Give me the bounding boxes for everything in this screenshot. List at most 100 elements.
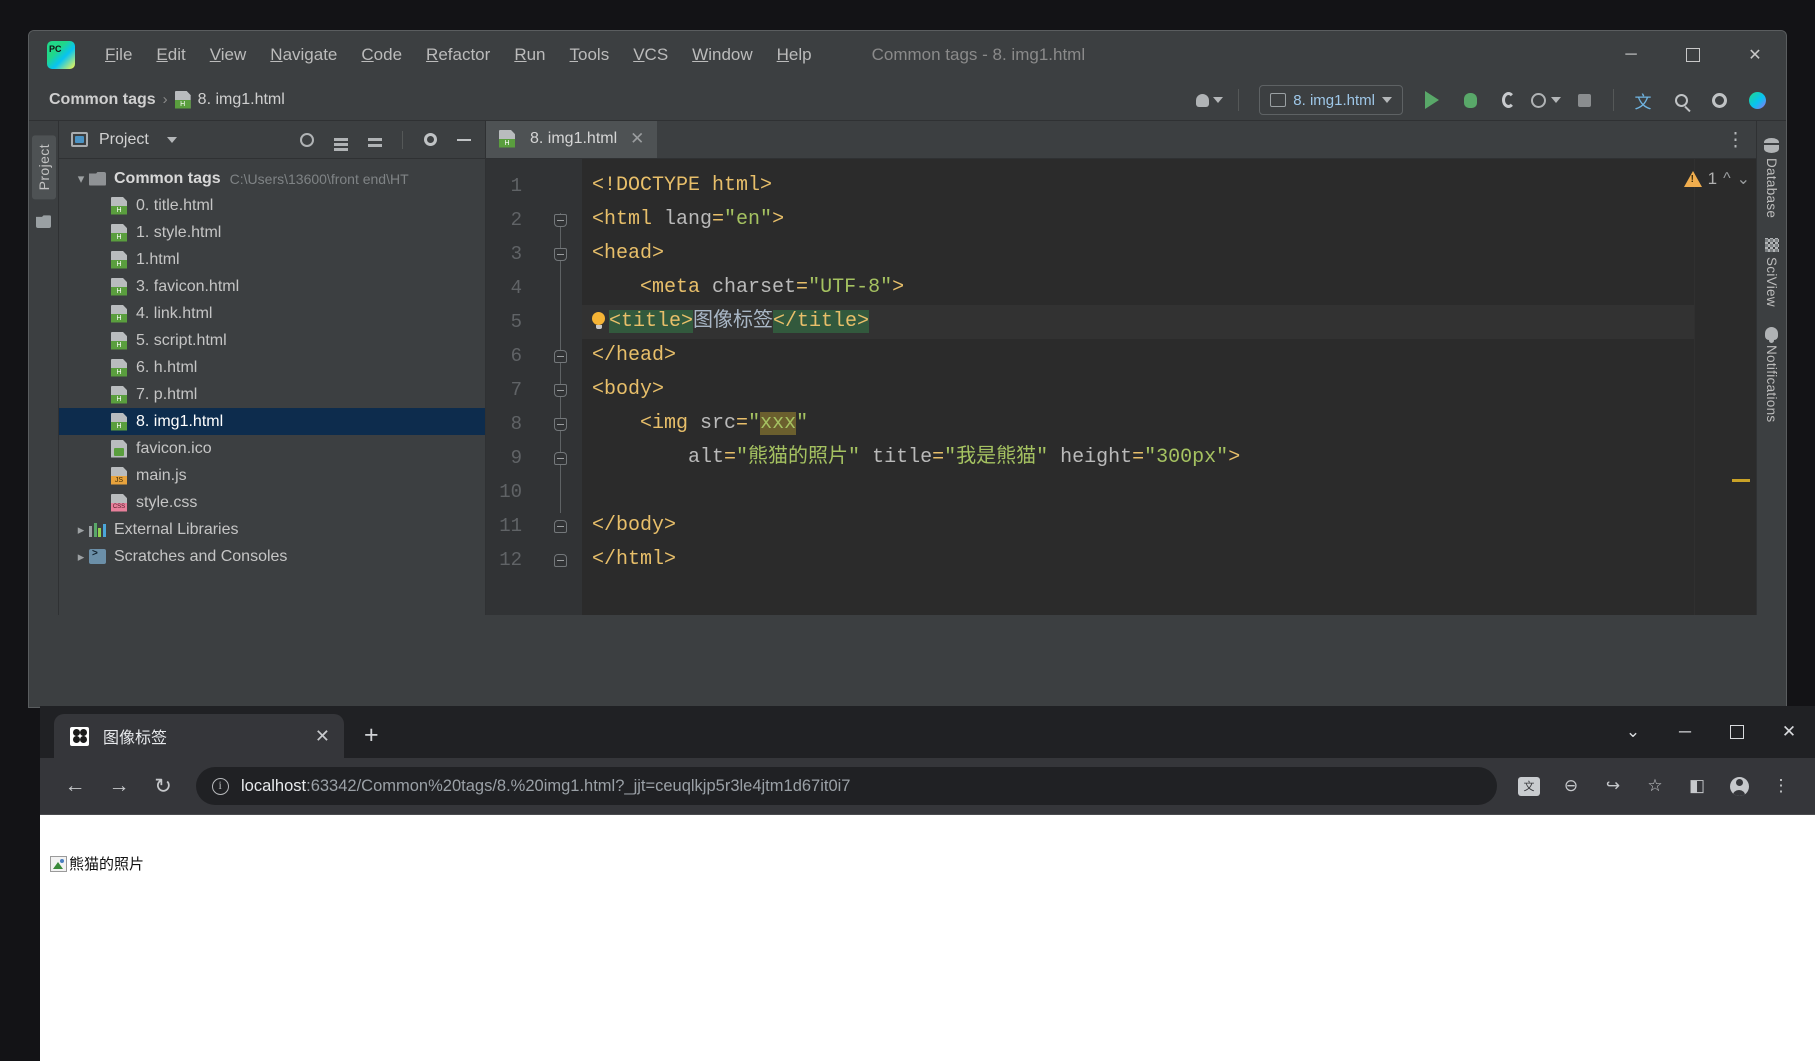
collapse-all-icon[interactable] — [360, 125, 390, 155]
tree-project-path: C:\Users\13600\front end\HT — [230, 171, 409, 187]
code-line-2[interactable]: <html lang="en"> — [582, 203, 1756, 237]
tree-node-8-img1-html[interactable]: 8. img1.html — [59, 408, 485, 435]
tree-node-style-css[interactable]: style.css — [59, 489, 485, 516]
browser-menu-icon[interactable]: ⋮ — [1763, 768, 1799, 804]
side-panel-icon[interactable]: ◧ — [1679, 768, 1715, 804]
debug-button[interactable] — [1453, 84, 1487, 116]
menu-navigate[interactable]: Navigate — [258, 41, 349, 69]
code-line-7[interactable]: <body> — [582, 373, 1756, 407]
hide-panel-icon[interactable] — [449, 125, 479, 155]
warning-marker[interactable] — [1732, 479, 1750, 482]
tree-node-6-h-html[interactable]: 6. h.html — [59, 354, 485, 381]
code-content[interactable]: <!DOCTYPE html> <html lang="en"> <head> … — [582, 159, 1756, 615]
tree-node-favicon-ico[interactable]: favicon.ico — [59, 435, 485, 462]
menu-file[interactable]: File — [93, 41, 144, 69]
project-settings-gear-icon[interactable] — [415, 125, 445, 155]
minimize-button[interactable]: ─ — [1600, 31, 1662, 79]
code-line-8[interactable]: <img src="xxx" — [582, 407, 1756, 441]
zoom-icon[interactable]: ⊖ — [1553, 768, 1589, 804]
tool-button-notifications[interactable]: Notifications — [1764, 320, 1779, 429]
tree-node-main-js[interactable]: main.js — [59, 462, 485, 489]
code-line-11[interactable]: </body> — [582, 509, 1756, 543]
site-info-icon[interactable] — [212, 778, 229, 795]
menu-code[interactable]: Code — [349, 41, 414, 69]
collapse-chevron-icon[interactable]: ▸ — [73, 549, 89, 565]
translate-icon[interactable]: 文 — [1511, 768, 1547, 804]
user-account-icon[interactable] — [1192, 84, 1226, 116]
tree-node-scratches-and-consoles[interactable]: ▸ Scratches and Consoles — [59, 543, 485, 570]
updates-icon[interactable] — [1740, 84, 1774, 116]
profile-button[interactable] — [1529, 84, 1563, 116]
inspection-summary[interactable]: 1 ^ ⌄ — [1684, 169, 1750, 189]
browser-tab[interactable]: 图像标签 ✕ — [54, 714, 344, 758]
code-line-5[interactable]: <title>图像标签</title> — [582, 305, 1756, 339]
tree-node-common-tags[interactable]: ▾ Common tags C:\Users\13600\front end\H… — [59, 165, 485, 192]
next-problem-icon[interactable]: ⌄ — [1737, 169, 1750, 189]
tree-node-0-title-html[interactable]: 0. title.html — [59, 192, 485, 219]
browser-close-button[interactable]: ✕ — [1763, 710, 1815, 754]
menu-edit[interactable]: Edit — [144, 41, 197, 69]
fold-marker-html-end[interactable] — [546, 543, 574, 577]
code-line-12[interactable]: </html> — [582, 543, 1756, 577]
project-tool-button[interactable]: Project — [32, 135, 56, 199]
editor-tab-close-icon[interactable]: ✕ — [630, 129, 644, 149]
inspection-strip[interactable]: 1 ^ ⌄ — [1694, 159, 1756, 615]
tree-node-1-style-html[interactable]: 1. style.html — [59, 219, 485, 246]
search-everywhere-icon[interactable] — [1664, 84, 1698, 116]
bookmark-star-icon[interactable]: ☆ — [1637, 768, 1673, 804]
collapse-chevron-icon[interactable]: ▸ — [73, 522, 89, 538]
code-line-9[interactable]: alt="熊猫的照片" title="我是熊猫" height="300px"> — [582, 441, 1756, 475]
previous-problem-icon[interactable]: ^ — [1723, 170, 1731, 188]
tool-button-database[interactable]: Database — [1764, 131, 1779, 225]
menu-run[interactable]: Run — [502, 41, 557, 69]
browser-tab-close-icon[interactable]: ✕ — [315, 726, 330, 747]
breadcrumb-project[interactable]: Common tags — [49, 91, 156, 109]
back-button[interactable]: ← — [56, 767, 94, 805]
select-opened-file-icon[interactable] — [292, 125, 322, 155]
settings-gear-icon[interactable] — [1702, 84, 1736, 116]
expand-chevron-icon[interactable]: ▾ — [73, 171, 89, 187]
breadcrumb-file[interactable]: 8. img1.html — [198, 91, 285, 109]
menu-refactor[interactable]: Refactor — [414, 41, 502, 69]
menu-view[interactable]: View — [198, 41, 259, 69]
stop-button[interactable] — [1567, 84, 1601, 116]
run-button[interactable] — [1415, 84, 1449, 116]
code-line-10[interactable] — [582, 475, 1756, 509]
tree-node-5-script-html[interactable]: 5. script.html — [59, 327, 485, 354]
structure-icon[interactable] — [36, 215, 51, 228]
run-with-coverage-button[interactable] — [1491, 84, 1525, 116]
reload-button[interactable]: ↻ — [144, 767, 182, 805]
run-configuration-selector[interactable]: 8. img1.html — [1259, 85, 1403, 115]
menu-vcs[interactable]: VCS — [621, 41, 680, 69]
code-line-4[interactable]: <meta charset="UTF-8"> — [582, 271, 1756, 305]
tree-node-4-link-html[interactable]: 4. link.html — [59, 300, 485, 327]
project-view-dropdown[interactable] — [157, 125, 187, 155]
tree-node-1-html[interactable]: 1.html — [59, 246, 485, 273]
tree-node-7-p-html[interactable]: 7. p.html — [59, 381, 485, 408]
fold-marker-body-end[interactable] — [546, 509, 574, 543]
more-options-icon[interactable]: ⋮ — [1726, 129, 1746, 152]
browser-minimize-button[interactable]: ─ — [1659, 710, 1711, 754]
menu-tools[interactable]: Tools — [558, 41, 622, 69]
maximize-button[interactable] — [1662, 31, 1724, 79]
browser-collapse-button[interactable]: ⌄ — [1607, 710, 1659, 754]
new-tab-button[interactable]: + — [364, 721, 379, 750]
browser-maximize-button[interactable] — [1711, 710, 1763, 754]
code-line-3[interactable]: <head> — [582, 237, 1756, 271]
profile-avatar-icon[interactable] — [1721, 768, 1757, 804]
intention-bulb-icon[interactable] — [592, 312, 605, 329]
expand-all-icon[interactable] — [326, 125, 356, 155]
tool-button-sciview[interactable]: SciView — [1764, 231, 1779, 314]
menu-help[interactable]: Help — [765, 41, 824, 69]
code-line-1[interactable]: <!DOCTYPE html> — [582, 169, 1756, 203]
code-line-6[interactable]: </head> — [582, 339, 1756, 373]
tree-node-external-libraries[interactable]: ▸ External Libraries — [59, 516, 485, 543]
editor-tab-8-img1-html[interactable]: 8. img1.html ✕ — [486, 121, 657, 158]
forward-button[interactable]: → — [100, 767, 138, 805]
close-button[interactable]: ✕ — [1724, 31, 1786, 79]
menu-window[interactable]: Window — [680, 41, 764, 69]
tree-node-3-favicon-html[interactable]: 3. favicon.html — [59, 273, 485, 300]
translate-icon[interactable]: 文 — [1626, 84, 1660, 116]
address-bar[interactable]: localhost:63342/Common%20tags/8.%20img1.… — [196, 767, 1497, 805]
share-icon[interactable]: ↪ — [1595, 768, 1631, 804]
